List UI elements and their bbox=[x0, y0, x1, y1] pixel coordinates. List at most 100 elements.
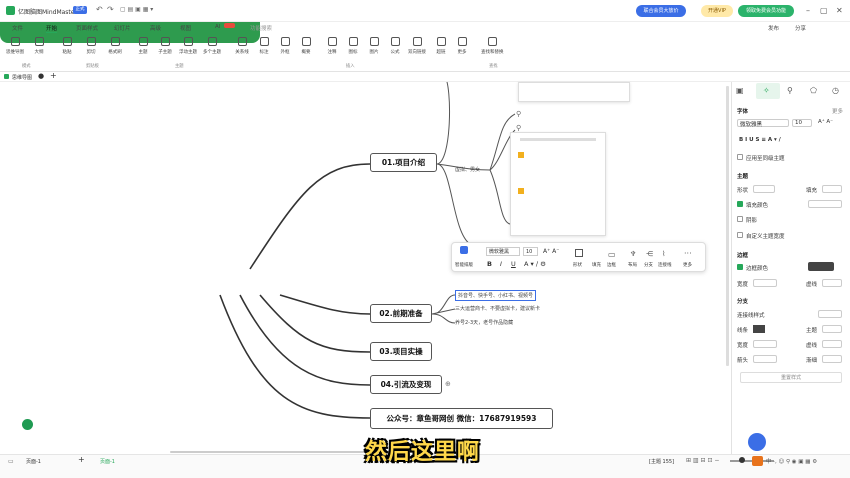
vertical-scrollbar[interactable] bbox=[726, 86, 729, 366]
apply-all-checkbox[interactable] bbox=[737, 154, 743, 160]
taper-select[interactable] bbox=[822, 355, 842, 363]
bold-icon[interactable]: B bbox=[487, 260, 492, 268]
callout-button[interactable]: 标注 bbox=[253, 37, 275, 61]
promo-button[interactable]: 联合会员大放价 bbox=[636, 5, 686, 17]
shape-select[interactable] bbox=[753, 185, 775, 193]
link-icon-2[interactable]: ⚲ bbox=[516, 124, 521, 132]
subtopic-button[interactable]: 子主题 bbox=[154, 37, 176, 61]
close-icon[interactable]: ✕ bbox=[836, 6, 843, 15]
menu-ai[interactable]: AI bbox=[215, 24, 220, 30]
connector-style-select[interactable] bbox=[818, 310, 842, 318]
more-button[interactable]: 更多 bbox=[451, 37, 473, 61]
undo-icon[interactable]: ↶ bbox=[96, 5, 103, 14]
format-painter-button[interactable]: 格式刷 bbox=[104, 37, 126, 61]
image-button[interactable]: 图片 bbox=[363, 37, 385, 61]
cut-button[interactable]: 剪切 bbox=[80, 37, 102, 61]
underline-icon[interactable]: U bbox=[511, 260, 516, 268]
menu-page-style[interactable]: 页面样式 bbox=[76, 24, 98, 32]
collapse-count-icon[interactable]: ⊕ bbox=[445, 380, 451, 388]
share-button[interactable]: 分享 bbox=[795, 24, 806, 32]
ime-icon[interactable] bbox=[752, 456, 763, 466]
hyperlink-button[interactable]: 超链 bbox=[430, 37, 452, 61]
panel-more-link[interactable]: 更多 bbox=[832, 107, 843, 115]
border-icon[interactable]: ▭ bbox=[608, 250, 616, 259]
panel-tab-icon[interactable]: ⚲ bbox=[787, 86, 793, 95]
vip-button[interactable]: 开通VIP bbox=[701, 5, 733, 17]
assistant-icon[interactable] bbox=[22, 419, 33, 430]
arrow-select[interactable] bbox=[753, 355, 777, 363]
status-tool-icons[interactable]: ⊞ ▥ ⊟ ⊡ − bbox=[686, 457, 719, 464]
font-select[interactable]: 微软雅黑 bbox=[486, 247, 520, 256]
add-page-icon[interactable]: + bbox=[78, 455, 85, 464]
custom-width-checkbox[interactable] bbox=[737, 232, 743, 238]
panel-tab-style-icon[interactable]: ▣ bbox=[736, 86, 744, 95]
publish-button[interactable]: 发布 bbox=[768, 24, 779, 32]
leaf-prep-accounts[interactable]: 抖音号、快手号、小红书、视频号 bbox=[455, 290, 537, 301]
border-width-select[interactable] bbox=[753, 279, 777, 287]
quick-access-icons[interactable]: ▢ ▤ ▣ ▦ ▾ bbox=[120, 6, 153, 13]
redo-icon[interactable]: ↷ bbox=[107, 5, 114, 14]
paste-button[interactable]: 粘贴 bbox=[56, 37, 78, 61]
line-width-select[interactable] bbox=[753, 340, 777, 348]
leaf-prep-sim[interactable]: 三大运营商卡、不要虚拟卡，建议新卡 bbox=[455, 305, 540, 312]
page-select[interactable]: 页面-1 bbox=[26, 458, 41, 465]
border-dash-select[interactable] bbox=[822, 279, 842, 287]
outline-mode-button[interactable]: 大纲 bbox=[28, 37, 50, 61]
fill-color-checkbox[interactable] bbox=[737, 201, 743, 207]
minimize-icon[interactable]: – bbox=[806, 6, 810, 15]
feature-search[interactable]: 功能搜索 bbox=[250, 24, 272, 32]
free-member-button[interactable]: 领取免费会员功能 bbox=[738, 5, 794, 17]
panel-tab-theme[interactable]: ⬠ bbox=[810, 86, 817, 95]
relation-button[interactable]: 关系线 bbox=[231, 37, 253, 61]
border-color-checkbox[interactable] bbox=[737, 264, 743, 270]
font-size-select[interactable]: 10 bbox=[523, 247, 538, 256]
attached-doc-preview-top[interactable] bbox=[518, 82, 630, 102]
more-dots-icon[interactable]: ··· bbox=[684, 249, 692, 258]
smart-layout-icon[interactable] bbox=[460, 246, 468, 254]
attached-doc-preview[interactable] bbox=[510, 132, 606, 236]
leaf-prep-nurture[interactable]: 养号2-3天，老号作品隐藏 bbox=[455, 319, 513, 326]
branch-project-intro[interactable]: 01.项目介绍 bbox=[370, 153, 437, 172]
shape-icon[interactable] bbox=[575, 249, 583, 257]
connector-style-icon[interactable]: ⌇ bbox=[662, 250, 665, 258]
panel-size-select[interactable]: 10 bbox=[792, 119, 812, 127]
leaf-intro[interactable]: 虚拟、男女 bbox=[455, 166, 480, 173]
line-dash-select[interactable] bbox=[822, 340, 842, 348]
menu-slides[interactable]: 幻灯片 bbox=[114, 24, 131, 32]
line-color-swatch[interactable] bbox=[753, 325, 765, 333]
branch-topic-select[interactable] bbox=[822, 325, 842, 333]
panel-font-select[interactable]: 微软雅黑 bbox=[737, 119, 789, 128]
branch-practice[interactable]: 03.项目实操 bbox=[370, 342, 432, 361]
text-color-icon[interactable]: A ▾ ∕ ⚙ bbox=[524, 260, 546, 268]
branch-contact[interactable]: 公众号：章鱼哥网创 微信：17687919593 bbox=[370, 408, 553, 429]
maximize-icon[interactable]: ▢ bbox=[820, 6, 828, 15]
menu-home[interactable]: 开始 bbox=[46, 24, 58, 33]
shadow-checkbox[interactable] bbox=[737, 216, 743, 222]
italic-icon[interactable]: I bbox=[500, 260, 502, 268]
layout-icon[interactable]: ♆ bbox=[630, 250, 636, 258]
topic-button[interactable]: 主题 bbox=[132, 37, 154, 61]
font-grow-icon[interactable]: A⁺ A⁻ bbox=[543, 248, 559, 255]
ime-toolbar[interactable]: 中 ·, ☺ ⚲ ◉ ▣ ▦ ⚙ bbox=[766, 457, 817, 465]
mindmap-mode-button[interactable]: 思维导图 bbox=[4, 37, 26, 61]
zoom-slider-handle[interactable] bbox=[739, 457, 745, 463]
fill-color-picker[interactable] bbox=[808, 200, 842, 208]
backlink-button[interactable]: 双向链接 bbox=[406, 37, 428, 61]
branch-icon[interactable]: ⋲ bbox=[646, 250, 653, 258]
formula-button[interactable]: 公式 bbox=[384, 37, 406, 61]
panel-font-grow-icon[interactable]: A⁺ A⁻ bbox=[818, 119, 833, 125]
help-bubble-icon[interactable] bbox=[748, 433, 766, 451]
find-replace-button[interactable]: 查找和替换 bbox=[481, 37, 504, 61]
page-tab[interactable]: 页面-1 bbox=[100, 458, 115, 465]
page-list-icon[interactable]: ▭ bbox=[8, 458, 14, 465]
new-tab-icon[interactable]: + bbox=[50, 71, 57, 80]
menu-view[interactable]: 视图 bbox=[180, 24, 191, 32]
fill-select[interactable] bbox=[822, 185, 842, 193]
border-color-swatch[interactable] bbox=[808, 262, 834, 271]
panel-format-icons[interactable]: B I U S ≡ A ▾ ∕ bbox=[739, 137, 781, 143]
multi-topic-button[interactable]: 多个主题 bbox=[201, 37, 223, 61]
reset-style-button[interactable]: 重置样式 bbox=[740, 372, 842, 383]
link-icon-1[interactable]: ⚲ bbox=[516, 110, 521, 118]
floating-topic-button[interactable]: 浮动主题 bbox=[177, 37, 199, 61]
summary-button[interactable]: 概要 bbox=[295, 37, 317, 61]
